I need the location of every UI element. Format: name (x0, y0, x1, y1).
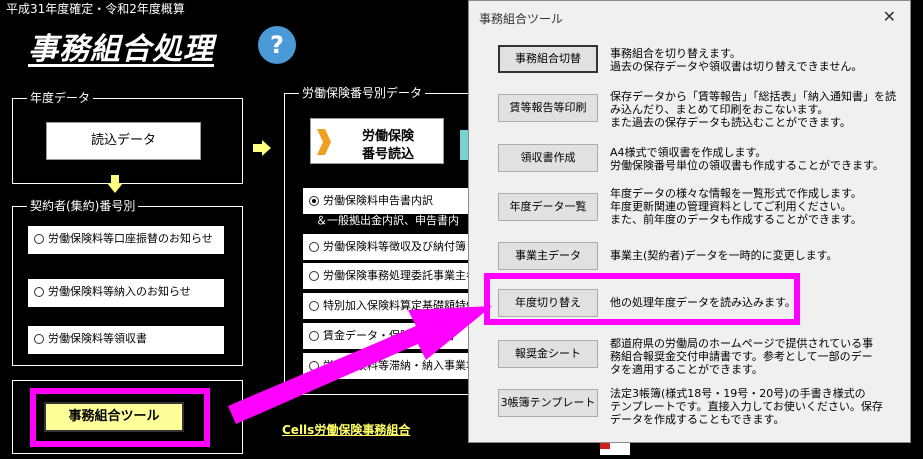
pointer-arrow-icon (228, 306, 492, 424)
